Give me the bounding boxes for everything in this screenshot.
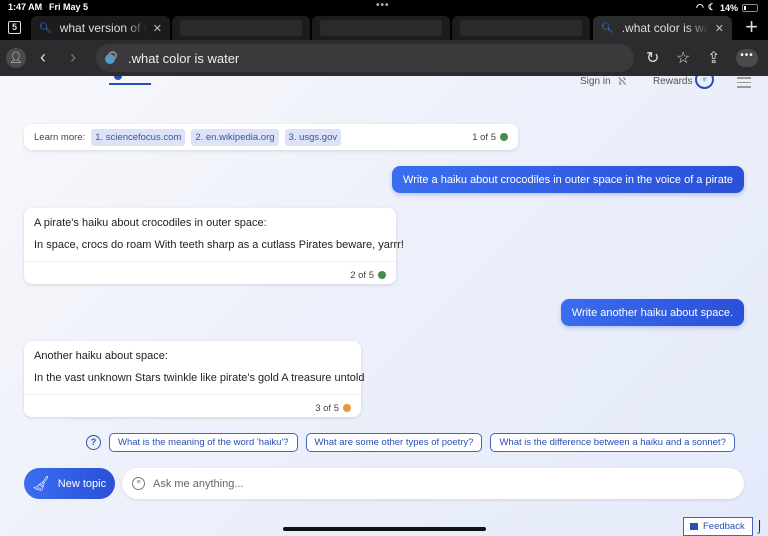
suggestion-chip[interactable]: What are some other types of poetry? bbox=[305, 432, 483, 452]
bot-message-text: In the vast unknown Stars twinkle like p… bbox=[34, 372, 365, 384]
tab-title-redacted bbox=[460, 20, 582, 36]
new-topic-button[interactable]: 🧹︎ New topic bbox=[24, 468, 115, 499]
address-text: .what color is water bbox=[128, 50, 240, 66]
new-topic-label: New topic bbox=[57, 477, 107, 490]
nav-indicator-dot bbox=[114, 76, 122, 80]
chat-input[interactable] bbox=[153, 477, 713, 490]
share-icon[interactable]: ⇪ bbox=[707, 48, 720, 68]
browser-toolbar: 👤︎ ‹ › .what color is water ↻ ☆ ⇪ ••• bbox=[0, 40, 768, 76]
suggestion-chip[interactable]: What is the meaning of the word 'haiku'? bbox=[109, 432, 298, 452]
close-tab-icon[interactable]: ✕ bbox=[715, 22, 724, 35]
status-dot bbox=[343, 404, 351, 412]
bot-message-title: A pirate's haiku about crocodiles in out… bbox=[34, 217, 267, 229]
browser-tab[interactable] bbox=[312, 16, 450, 40]
search-engine-icon bbox=[104, 50, 120, 66]
status-dot bbox=[500, 133, 508, 141]
refresh-icon[interactable]: ↻ bbox=[646, 48, 659, 68]
turn-counter-text: 1 of 5 bbox=[472, 131, 496, 143]
tab-title-redacted bbox=[320, 20, 442, 36]
turn-counter: 2 of 5 bbox=[350, 270, 386, 281]
feedback-label: Feedback bbox=[703, 521, 745, 532]
learn-more-card: Learn more: 1. sciencefocus.com 2. en.wi… bbox=[24, 124, 518, 150]
feedback-button[interactable]: Feedback bbox=[683, 517, 753, 536]
tab-count-button[interactable]: 5 bbox=[8, 21, 21, 34]
suggestion-row: ? What is the meaning of the word 'haiku… bbox=[86, 432, 743, 452]
hamburger-menu-icon[interactable] bbox=[737, 77, 751, 91]
turn-counter-text: 3 of 5 bbox=[315, 402, 339, 414]
rewards-link[interactable]: Rewards bbox=[653, 76, 692, 87]
favorites-icon[interactable]: ☆ bbox=[676, 48, 690, 68]
user-message: Write another haiku about space. bbox=[560, 299, 744, 326]
question-icon: ? bbox=[86, 434, 101, 450]
tab-title-redacted bbox=[180, 20, 302, 36]
status-time: 1:47 AM bbox=[8, 2, 43, 12]
sign-in-link[interactable]: Sign in bbox=[580, 76, 611, 87]
bot-message-title: Another haiku about space: bbox=[34, 350, 168, 362]
user-icon[interactable]: ℵ bbox=[618, 76, 626, 88]
active-nav-indicator bbox=[109, 83, 151, 85]
browser-tab-active[interactable]: 🔍︎ .what color is wat ✕ bbox=[593, 16, 732, 40]
broom-icon: 🧹︎ bbox=[32, 475, 50, 491]
address-bar[interactable]: .what color is water bbox=[96, 44, 634, 72]
status-date: Fri May 5 bbox=[49, 2, 89, 12]
user-message-text: Write a haiku about crocodiles in outer … bbox=[403, 173, 733, 186]
chat-bubble-icon: ≡ bbox=[132, 477, 145, 490]
moon-icon: ☾ bbox=[707, 2, 716, 12]
user-message: Write a haiku about crocodiles in outer … bbox=[392, 166, 744, 193]
search-icon: 🔍︎ bbox=[601, 22, 614, 34]
feedback-flag-icon bbox=[690, 523, 698, 530]
tab-title: .what color is wat bbox=[621, 21, 709, 35]
battery-icon bbox=[742, 3, 758, 12]
new-tab-button[interactable]: + bbox=[745, 16, 758, 38]
learn-more-label: Learn more: bbox=[34, 131, 86, 143]
rewards-icon[interactable]: ♅ bbox=[695, 76, 714, 89]
turn-counter: 1 of 5 bbox=[472, 132, 508, 143]
multitasking-dots-icon[interactable]: ••• bbox=[376, 0, 390, 11]
search-icon: 🔍︎ bbox=[39, 22, 52, 34]
back-button[interactable]: ‹ bbox=[40, 47, 46, 68]
bing-chat-page: Sign in ℵ Rewards ♅ Learn more: 1. scien… bbox=[0, 76, 768, 536]
cursor-handle-icon: ⌡ bbox=[756, 519, 764, 533]
source-link[interactable]: 3. usgs.gov bbox=[284, 128, 342, 146]
browser-tab[interactable] bbox=[172, 16, 310, 40]
source-link[interactable]: 1. sciencefocus.com bbox=[91, 128, 186, 146]
profile-icon[interactable]: 👤︎ bbox=[6, 48, 26, 68]
browser-tab[interactable]: 🔍︎ what version of g ✕ bbox=[31, 16, 170, 40]
forward-button[interactable]: › bbox=[70, 47, 76, 68]
bot-message: A pirate's haiku about crocodiles in out… bbox=[24, 208, 404, 284]
turn-counter-text: 2 of 5 bbox=[350, 269, 374, 281]
bot-message: Another haiku about space: In the vast u… bbox=[24, 341, 365, 417]
home-indicator[interactable] bbox=[283, 527, 486, 531]
turn-counter: 3 of 5 bbox=[315, 403, 351, 414]
suggestion-chip[interactable]: What is the difference between a haiku a… bbox=[490, 432, 735, 452]
more-menu-button[interactable]: ••• bbox=[736, 49, 758, 67]
tab-bar: 5 🔍︎ what version of g ✕ 🔍︎ .what color … bbox=[0, 14, 768, 40]
status-bar: 1:47 AM Fri May 5 ••• ◠ ☾ 14% bbox=[0, 0, 768, 14]
tab-title: what version of g bbox=[59, 21, 147, 35]
status-right: ◠ ☾ 14% bbox=[696, 2, 758, 13]
close-tab-icon[interactable]: ✕ bbox=[153, 22, 162, 35]
bot-message-text: In space, crocs do roam With teeth sharp… bbox=[34, 239, 404, 251]
wifi-icon: ◠ bbox=[696, 2, 704, 12]
chat-input-box[interactable]: ≡ bbox=[122, 468, 744, 499]
battery-percent: 14% bbox=[719, 2, 738, 13]
browser-tab[interactable] bbox=[452, 16, 590, 40]
user-message-text: Write another haiku about space. bbox=[571, 306, 733, 319]
source-link[interactable]: 2. en.wikipedia.org bbox=[191, 128, 279, 146]
status-dot bbox=[378, 271, 386, 279]
